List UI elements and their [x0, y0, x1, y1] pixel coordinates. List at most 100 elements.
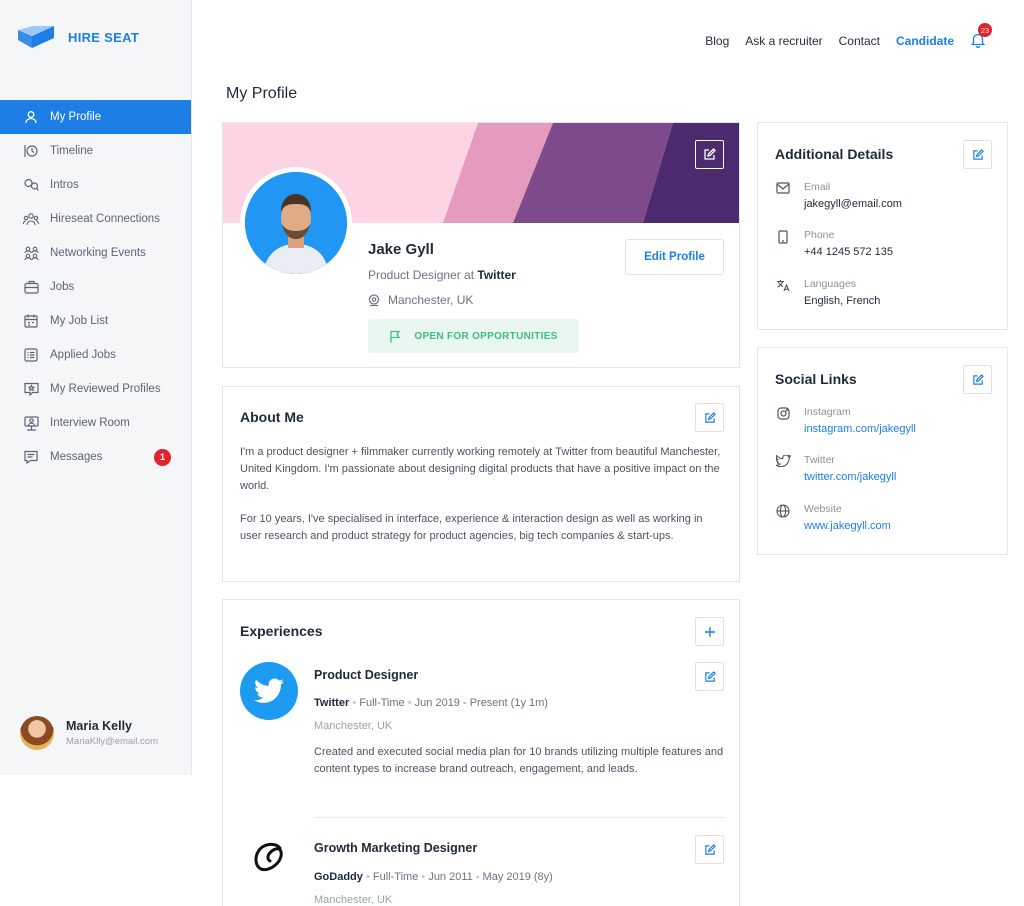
briefcase-icon	[22, 280, 40, 294]
experience-description: Created and executed social media plan f…	[314, 746, 724, 775]
brand-logo[interactable]: HIRE SEAT	[18, 26, 139, 48]
notification-button[interactable]: 23	[970, 23, 992, 50]
nav-link-contact[interactable]: Contact	[839, 34, 880, 48]
email-value: jakegyll@email.com	[804, 198, 902, 210]
edit-details-button[interactable]	[963, 140, 992, 169]
sidebar-item-applied-jobs[interactable]: Applied Jobs	[0, 338, 191, 372]
profile-card: Jake Gyll Product Designer at Twitter Ma…	[222, 122, 740, 368]
sidebar-item-label: Messages	[50, 451, 103, 463]
sidebar-item-label: My Profile	[50, 111, 102, 123]
email-row: Email jakegyll@email.com	[775, 181, 902, 210]
experience-company: Twitter	[314, 697, 350, 709]
current-user[interactable]: Maria Kelly MariaKlly@email.com	[20, 716, 158, 750]
sidebar-item-label: Intros	[50, 179, 79, 191]
brand-name: HIRE SEAT	[68, 29, 140, 45]
sidebar-item-interview-room[interactable]: Interview Room	[0, 406, 191, 440]
profile-location-text: Manchester, UK	[388, 293, 474, 307]
add-experience-button[interactable]	[695, 617, 724, 646]
edit-icon	[704, 411, 716, 423]
notification-count: 23	[978, 23, 992, 37]
experiences-card: Experiences Product Designer Twitter • F…	[222, 599, 740, 906]
edit-icon	[704, 843, 716, 855]
sidebar-item-label: Interview Room	[50, 417, 130, 429]
twitter-icon	[775, 454, 791, 483]
website-link[interactable]: www.jakegyll.com	[804, 520, 891, 532]
about-paragraph-2: For 10 years, I've specialised in interf…	[240, 513, 703, 542]
experience-type: Full-Time	[372, 871, 419, 883]
sidebar-item-messages[interactable]: Messages 1	[0, 440, 191, 474]
edit-about-button[interactable]	[695, 403, 724, 432]
calendar-icon	[22, 314, 40, 328]
sidebar-item-label: My Reviewed Profiles	[50, 383, 161, 395]
mail-icon	[775, 181, 791, 210]
avatar	[20, 716, 54, 750]
open-for-opportunities-badge[interactable]: OPEN FOR OPPORTUNITIES	[368, 319, 579, 353]
networking-icon	[22, 246, 40, 261]
experiences-title: Experiences	[240, 623, 323, 639]
about-paragraph-1: I'm a product designer + filmmaker curre…	[240, 446, 721, 492]
user-icon	[22, 110, 40, 124]
edit-social-button[interactable]	[963, 365, 992, 394]
sidebar-item-hireseat-connections[interactable]: Hireseat Connections	[0, 202, 191, 236]
nav-link-candidate[interactable]: Candidate	[896, 34, 954, 48]
intros-icon	[22, 178, 40, 192]
nav-link-blog[interactable]: Blog	[705, 34, 729, 48]
sidebar: HIRE SEAT My Profile Timeline Intros Hir…	[0, 0, 192, 775]
sidebar-item-intros[interactable]: Intros	[0, 168, 191, 202]
twitter-bird-icon	[254, 678, 284, 703]
profile-name: Jake Gyll	[368, 241, 434, 258]
sidebar-item-label: Networking Events	[50, 247, 146, 259]
messages-badge: 1	[154, 449, 171, 466]
experience-title: Growth Marketing Designer	[314, 841, 478, 855]
sidebar-item-label: Hireseat Connections	[50, 213, 160, 225]
sidebar-item-label: Jobs	[50, 281, 75, 293]
website-row: Website www.jakegyll.com	[775, 503, 891, 532]
plus-icon	[704, 626, 715, 637]
edit-profile-button[interactable]: Edit Profile	[625, 239, 724, 275]
user-name: Maria Kelly	[66, 719, 133, 733]
experience-title: Product Designer	[314, 668, 419, 682]
timeline-icon	[22, 144, 40, 158]
sidebar-item-my-reviewed-profiles[interactable]: My Reviewed Profiles	[0, 372, 191, 406]
sidebar-item-networking-events[interactable]: Networking Events	[0, 236, 191, 270]
about-title: About Me	[240, 409, 304, 425]
instagram-row: Instagram instagram.com/jakegyll	[775, 406, 916, 435]
interview-icon	[22, 415, 40, 431]
sidebar-item-my-profile[interactable]: My Profile	[0, 100, 191, 134]
experience-dates: Jun 2011 - May 2019 (8y)	[428, 871, 553, 883]
edit-experience-button[interactable]	[695, 662, 724, 691]
experience-meta: Twitter • Full-Time • Jun 2019 - Present…	[314, 697, 548, 709]
additional-details-title: Additional Details	[775, 146, 894, 162]
edit-banner-button[interactable]	[695, 140, 724, 169]
hireseat-logo-icon	[18, 26, 54, 48]
twitter-label: Twitter	[804, 454, 835, 466]
message-icon	[22, 450, 40, 464]
sidebar-item-my-job-list[interactable]: My Job List	[0, 304, 191, 338]
edit-experience-button[interactable]	[695, 835, 724, 864]
social-links-title: Social Links	[775, 371, 857, 387]
phone-icon	[775, 229, 791, 258]
sidebar-item-label: Applied Jobs	[50, 349, 116, 361]
website-label: Website	[804, 503, 842, 515]
twitter-logo	[240, 662, 298, 720]
additional-details-card: Additional Details Email jakegyll@email.c…	[757, 122, 1008, 330]
sidebar-item-timeline[interactable]: Timeline	[0, 134, 191, 168]
languages-label: Languages	[804, 278, 856, 290]
instagram-label: Instagram	[804, 406, 851, 418]
nav-link-ask-recruiter[interactable]: Ask a recruiter	[745, 34, 822, 48]
twitter-row: Twitter twitter.com/jakegyll	[775, 454, 896, 483]
instagram-link[interactable]: instagram.com/jakegyll	[804, 423, 916, 435]
profile-company: Twitter	[477, 268, 516, 282]
sidebar-item-label: Timeline	[50, 145, 94, 157]
godaddy-logo	[240, 828, 298, 886]
page-title: My Profile	[226, 85, 298, 102]
phone-value: +44 1245 572 135	[804, 246, 894, 258]
edit-icon	[972, 373, 984, 385]
twitter-link[interactable]: twitter.com/jakegyll	[804, 471, 896, 483]
social-links-card: Social Links Instagram instagram.com/jake…	[757, 347, 1008, 555]
sidebar-item-jobs[interactable]: Jobs	[0, 270, 191, 304]
about-card: About Me I'm a product designer + filmma…	[222, 386, 740, 582]
open-status-text: OPEN FOR OPPORTUNITIES	[414, 330, 558, 342]
languages-row: Languages English, French	[775, 278, 880, 307]
profile-role: Product Designer at Twitter	[368, 268, 516, 282]
